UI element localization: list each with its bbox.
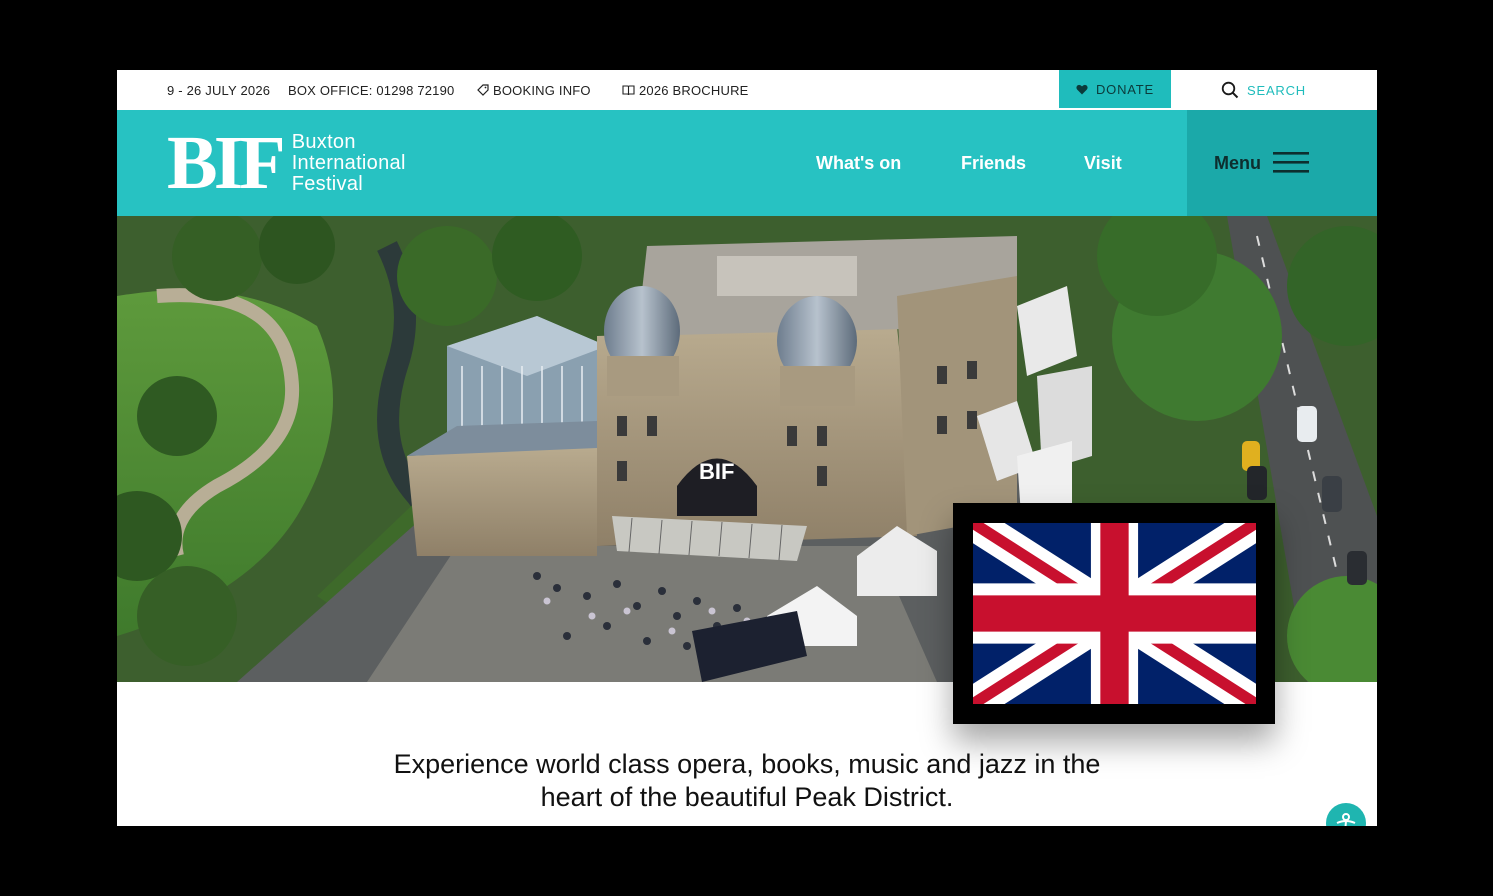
union-jack-flag-overlay [953, 503, 1275, 724]
nav-whats-on[interactable]: What's on [816, 153, 901, 174]
brochure-link[interactable]: 2026 BROCHURE [622, 83, 749, 98]
festival-dates-text: 9 - 26 JULY 2026 [167, 82, 271, 98]
intro-paragraph: Experience world class opera, books, mus… [393, 749, 1101, 812]
building-sign: BIF [699, 459, 734, 484]
logo-line-2: International [291, 152, 406, 174]
heart-icon [1076, 84, 1088, 95]
nav-friends[interactable]: Friends [961, 153, 1026, 174]
donate-label: DONATE [1095, 81, 1154, 97]
utility-bar: 9 - 26 JULY 2026 BOX OFFICE: 01298 72190… [117, 70, 1377, 110]
booking-info-link[interactable]: BOOKING INFO [477, 83, 591, 98]
hamburger-icon [1273, 152, 1309, 179]
menu-button[interactable]: Menu [1187, 110, 1377, 216]
intro-text: Experience world class opera, books, mus… [117, 748, 1377, 814]
booking-info-text: BOOKING INFO [493, 82, 591, 98]
menu-label: Menu [1214, 152, 1261, 173]
search-icon [1221, 81, 1239, 99]
logo-wordmark: Buxton International Festival [292, 132, 406, 195]
search-button[interactable]: SEARCH [1221, 81, 1306, 99]
tag-icon [477, 84, 489, 96]
logo-line-3: Festival [291, 173, 364, 195]
brochure-text: 2026 BROCHURE [639, 82, 749, 98]
union-jack-icon [973, 523, 1256, 704]
box-office-text: BOX OFFICE: 01298 72190 [288, 82, 455, 98]
logo-mark: BIF [167, 132, 282, 195]
box-office-link[interactable]: BOX OFFICE: 01298 72190 [288, 83, 454, 98]
search-label: SEARCH [1247, 82, 1306, 98]
site-logo[interactable]: BIF Buxton International Festival [167, 132, 406, 195]
donate-button[interactable]: DONATE [1059, 70, 1171, 108]
accessibility-button[interactable] [1326, 803, 1366, 826]
logo-line-1: Buxton [291, 131, 356, 153]
festival-dates: 9 - 26 JULY 2026 [167, 83, 270, 98]
book-icon [622, 84, 635, 96]
nav-visit[interactable]: Visit [1084, 153, 1122, 174]
site-header: BIF Buxton International Festival What's… [117, 110, 1377, 216]
